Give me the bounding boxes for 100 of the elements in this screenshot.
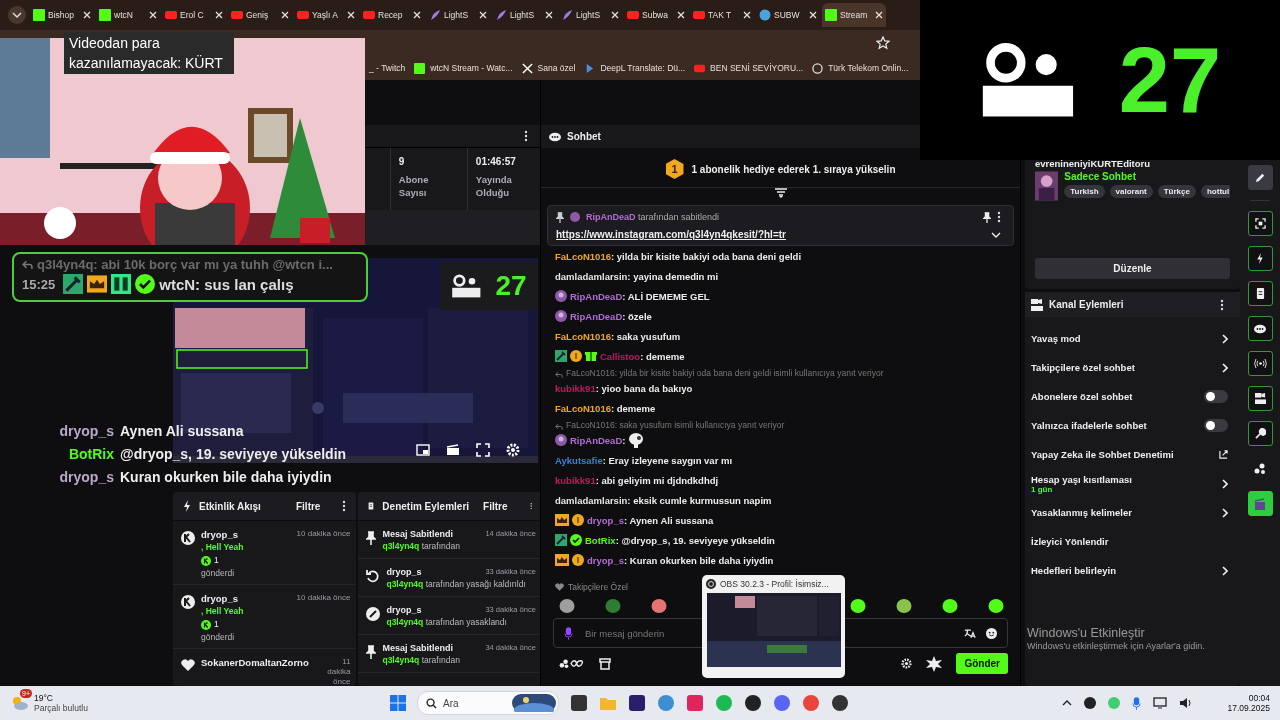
window-preview[interactable]: OBS 30.2.3 - Profil: İsimsiz... — [702, 575, 845, 678]
discord-app-icon[interactable] — [773, 694, 791, 712]
close-icon[interactable] — [875, 11, 883, 19]
clock-date[interactable]: 17.09.2025 — [1227, 703, 1270, 713]
tool-button[interactable] — [1247, 316, 1273, 341]
username[interactable]: dryop_s — [201, 529, 238, 540]
send-button[interactable]: Gönder — [956, 653, 1008, 674]
tool-button[interactable] — [1247, 281, 1273, 306]
search-field[interactable]: Ara — [417, 691, 559, 715]
close-icon[interactable] — [149, 11, 157, 19]
more-icon[interactable] — [529, 500, 532, 512]
app-tray-icon[interactable] — [1084, 697, 1097, 709]
monitor-icon[interactable] — [1153, 697, 1168, 709]
emote-icon[interactable] — [896, 598, 912, 614]
channel-action[interactable]: Takipçilere özel sohbet — [1025, 353, 1240, 382]
emote-icon[interactable] — [559, 598, 575, 614]
channel-action[interactable]: Yalnızca ifadelerle sohbet — [1025, 411, 1240, 440]
obs-app-icon[interactable] — [744, 694, 762, 712]
toggle-switch[interactable] — [1204, 390, 1228, 403]
close-icon[interactable] — [743, 11, 751, 19]
gear-app-icon[interactable] — [657, 694, 675, 712]
browser-tab[interactable]: Subwa — [624, 3, 688, 27]
close-icon[interactable] — [809, 11, 817, 19]
tag-chip[interactable]: Türkçe — [1157, 185, 1196, 198]
close-icon[interactable] — [677, 11, 685, 19]
close-icon[interactable] — [611, 11, 619, 19]
browser-tab[interactable]: Recep — [360, 3, 424, 27]
browser-tab[interactable]: Stream — [822, 3, 886, 27]
browser-tab[interactable]: Erol C — [162, 3, 226, 27]
bookmark[interactable]: wtcN Stream - Watc... — [414, 62, 513, 74]
fullscreen-icon[interactable] — [476, 443, 490, 457]
chat-username[interactable]: FaLcoN1016 — [555, 402, 611, 414]
settings-icon[interactable] — [901, 658, 913, 669]
browser-tab[interactable]: wtcN — [96, 3, 160, 27]
emoji-icon[interactable] — [986, 627, 997, 639]
microphone-icon[interactable] — [564, 626, 573, 640]
bookmark[interactable]: DeepL Translate: Dü... — [584, 62, 686, 74]
bookmark[interactable]: Türk Telekom Onlin... — [812, 62, 909, 74]
store-icon[interactable] — [599, 657, 611, 670]
bookmark[interactable]: _ - Twitch — [369, 63, 406, 73]
chat-username[interactable]: Aykutsafie — [555, 454, 603, 466]
close-icon[interactable] — [347, 11, 355, 19]
tool-button[interactable] — [1247, 351, 1273, 376]
tag-chip[interactable]: Turkish — [1064, 185, 1105, 198]
pinned-link[interactable]: https://www.instagram.com/q3l4yn4qkesit/?hl=tr — [556, 229, 786, 240]
filter-lines-icon[interactable] — [773, 188, 788, 198]
edit-button[interactable]: Düzenle — [1035, 258, 1230, 279]
chat-username[interactable]: dryop_s — [587, 554, 624, 566]
username[interactable]: dryop_s — [201, 593, 238, 604]
close-icon[interactable] — [281, 11, 289, 19]
filter-button[interactable]: Filtre — [290, 498, 327, 514]
close-icon[interactable] — [215, 11, 223, 19]
chevron-up-icon[interactable] — [1062, 700, 1073, 706]
picture-in-picture-icon[interactable] — [416, 444, 430, 456]
filter-button[interactable]: Filtre — [477, 498, 514, 514]
player-app-icon[interactable] — [831, 694, 849, 712]
channel-action[interactable]: İzleyici Yönlendir — [1025, 527, 1240, 556]
chat-username[interactable]: dryop_s — [587, 514, 624, 526]
app-button[interactable] — [1247, 491, 1273, 516]
browser-tab[interactable]: SUBW — [756, 3, 820, 27]
browser-tab[interactable]: Bishop — [30, 3, 94, 27]
close-icon[interactable] — [479, 11, 487, 19]
emote-icon[interactable] — [942, 598, 958, 614]
tool-button[interactable] — [1247, 386, 1273, 411]
close-icon[interactable] — [545, 11, 553, 19]
close-icon[interactable] — [83, 11, 91, 19]
emote-icon[interactable] — [651, 598, 667, 614]
tool-button[interactable] — [1247, 165, 1273, 190]
browser-tab[interactable]: Yaşlı A — [294, 3, 358, 27]
channel-action[interactable]: Yavaş mod — [1025, 324, 1240, 353]
status-dot-icon[interactable] — [1108, 697, 1121, 709]
cloud-sun-icon[interactable] — [10, 695, 30, 711]
speaker-icon[interactable] — [1179, 697, 1194, 709]
emote-icon[interactable] — [850, 598, 866, 614]
chat-username[interactable]: FaLcoN1016 — [555, 330, 611, 342]
browser-tab[interactable]: LightS — [426, 3, 490, 27]
clapper-icon[interactable] — [446, 444, 460, 456]
bookmark[interactable]: Sana özel — [521, 62, 576, 74]
bookmark[interactable]: BEN SENİ SEVİYORU... — [694, 62, 804, 74]
channel-action[interactable]: Abonelere özel sohbet — [1025, 382, 1240, 411]
star-icon[interactable] — [876, 36, 890, 50]
browser-tab[interactable]: Geniş — [228, 3, 292, 27]
emote-icon[interactable] — [988, 598, 1004, 614]
channel-action[interactable]: Yasaklanmış kelimeler — [1025, 498, 1240, 527]
star-burst-icon[interactable] — [926, 655, 943, 672]
more-icon[interactable] — [342, 500, 347, 512]
toggle-switch[interactable] — [1204, 419, 1228, 432]
category-link[interactable]: Sadece Sohbet — [1064, 171, 1230, 182]
more-icon[interactable] — [1220, 298, 1224, 311]
chat-username[interactable]: FaLcoN1016 — [555, 250, 611, 262]
tool-button[interactable] — [1247, 211, 1273, 236]
tool-button[interactable] — [1247, 421, 1273, 446]
chevron-down-icon[interactable] — [8, 6, 26, 24]
browser-tab[interactable]: TAK T — [690, 3, 754, 27]
tag-chip[interactable]: valorant — [1109, 185, 1153, 198]
creative-app-icon[interactable] — [686, 694, 704, 712]
browser-tab[interactable]: LightS — [558, 3, 622, 27]
pin-icon[interactable] — [983, 211, 991, 223]
translate-icon[interactable] — [964, 627, 976, 639]
chat-username[interactable]: BotRix — [585, 534, 616, 546]
